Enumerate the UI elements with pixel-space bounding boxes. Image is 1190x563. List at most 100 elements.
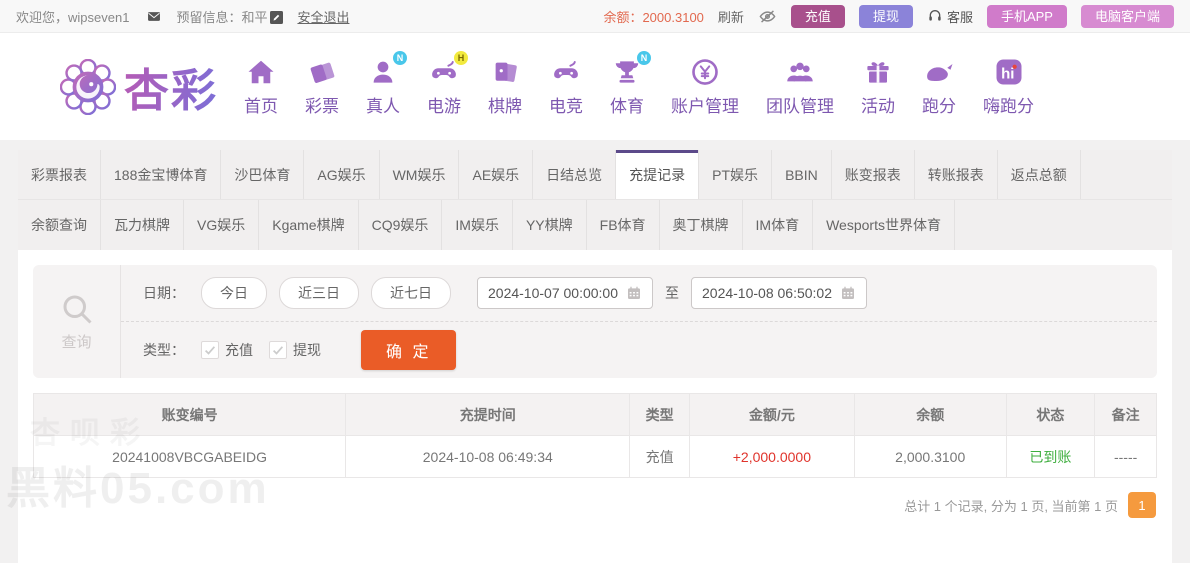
tab-FB体育[interactable]: FB体育 [587, 200, 660, 250]
tab-转账报表[interactable]: 转账报表 [915, 150, 998, 199]
pc-client-button[interactable]: 电脑客户端 [1080, 4, 1174, 28]
records-table: 账变编号 充提时间 类型 金额/元 余额 状态 备注 20241008VBCGABEIDG 2… [32, 393, 1157, 478]
tab-188金宝博体育[interactable]: 188金宝博体育 [101, 150, 222, 199]
nav-item-真人[interactable]: N 真人 [366, 51, 408, 117]
to-label: 至 [665, 285, 679, 301]
tab-VG娱乐[interactable]: VG娱乐 [184, 200, 260, 250]
nav-badge: N [637, 51, 652, 65]
nav-item-账户管理[interactable]: 账户管理 [671, 56, 739, 117]
tab-充提记录[interactable]: 充提记录 [616, 150, 700, 199]
balance-text: 余额：2000.3100 [603, 7, 703, 26]
type-option-提现[interactable]: 提现 [269, 340, 321, 360]
balance-label: 余额： [603, 9, 643, 25]
calendar-icon [626, 285, 642, 301]
logo-flower-icon [60, 58, 116, 115]
nav-item-电游[interactable]: H 电游 [427, 51, 469, 117]
quick-range-近七日[interactable]: 近七日 [371, 277, 451, 309]
nav-item-label: 电竞 [549, 97, 584, 116]
nav-item-棋牌[interactable]: 棋牌 [488, 56, 522, 117]
search-icon [59, 291, 95, 327]
table-header-账变编号: 账变编号 [32, 393, 347, 436]
tab-AE娱乐[interactable]: AE娱乐 [459, 150, 534, 199]
tab-IM娱乐[interactable]: IM娱乐 [442, 200, 513, 250]
nav-item-体育[interactable]: N 体育 [610, 51, 652, 117]
site-logo[interactable]: 杏彩 [60, 54, 218, 119]
edit-icon[interactable] [270, 10, 284, 24]
table-header-充提时间: 充提时间 [345, 393, 631, 436]
tab-Kgame棋牌[interactable]: Kgame棋牌 [259, 200, 359, 250]
nav-badge: N [393, 51, 408, 65]
type-filter-row: 类型： 充值 提现 确 定 [121, 322, 1157, 378]
pagination: 总计 1 个记录, 分为 1 页, 当前第 1 页 1 [34, 492, 1156, 518]
type-option-label: 提现 [293, 342, 321, 358]
cell-balance: 2,000.3100 [853, 435, 1007, 478]
nav-item-活动[interactable]: 活动 [861, 56, 895, 117]
deposit-button[interactable]: 充值 [790, 4, 845, 28]
eye-off-icon[interactable] [758, 7, 777, 26]
nav-item-label: 电游 [427, 97, 462, 116]
tab-返点总额[interactable]: 返点总额 [998, 150, 1081, 199]
tab-奥丁棋牌[interactable]: 奥丁棋牌 [660, 200, 743, 250]
nav-item-label: 体育 [610, 97, 645, 116]
cell-time: 2024-10-08 06:49:34 [345, 435, 631, 478]
gift-icon [862, 56, 894, 88]
type-checkboxes: 充值 提现 [201, 340, 337, 360]
nav-item-label: 账户管理 [671, 97, 740, 116]
table-row: 20241008VBCGABEIDG 2024-10-08 06:49:34 充值 +… [32, 435, 1157, 478]
nav-item-跑分[interactable]: 跑分 [922, 56, 956, 117]
tab-沙巴体育[interactable]: 沙巴体育 [221, 150, 305, 199]
nav-item-首页[interactable]: 首页 [244, 56, 278, 117]
date-to-value: 2024-10-08 06:50:02 [702, 285, 832, 301]
nav-item-label: 彩票 [305, 97, 340, 116]
quick-range-pills: 今日 近三日 近七日 [201, 277, 451, 309]
balance-value: 2000.3100 [642, 9, 704, 25]
table-header-状态: 状态 [1005, 393, 1096, 436]
tab-彩票报表[interactable]: 彩票报表 [18, 150, 101, 199]
tab-瓦力棋牌[interactable]: 瓦力棋牌 [101, 200, 184, 250]
tab-IM体育[interactable]: IM体育 [743, 200, 814, 250]
service-link[interactable]: 客服 [927, 7, 973, 26]
nav-item-彩票[interactable]: 彩票 [305, 56, 339, 117]
date-from-input[interactable]: 2024-10-07 00:00:00 [477, 277, 653, 309]
cell-type: 充值 [629, 435, 690, 478]
calendar-icon [840, 285, 856, 301]
nav-item-团队管理[interactable]: 团队管理 [766, 56, 834, 117]
trophy-icon: N [611, 51, 652, 88]
tab-余额查询[interactable]: 余额查询 [18, 200, 101, 250]
tab-WM娱乐[interactable]: WM娱乐 [380, 150, 460, 199]
type-label: 类型： [143, 342, 185, 358]
cell-id: 20241008VBCGABEIDG [32, 435, 347, 478]
quick-range-今日[interactable]: 今日 [201, 277, 267, 309]
date-label: 日期： [143, 285, 185, 301]
tab-PT娱乐[interactable]: PT娱乐 [699, 150, 773, 199]
tab-AG娱乐[interactable]: AG娱乐 [304, 150, 380, 199]
tab-日结总览[interactable]: 日结总览 [533, 150, 617, 199]
ticket-icon [306, 56, 338, 88]
filter-panel: 查询 日期： 今日 近三日 近七日 2024-10-07 00:00:00 至 20… [33, 265, 1157, 378]
tab-BBIN[interactable]: BBIN [772, 150, 832, 199]
tab-YY棋牌[interactable]: YY棋牌 [513, 200, 587, 250]
checkbox-icon[interactable] [269, 341, 287, 359]
checkbox-icon[interactable] [201, 341, 219, 359]
quick-range-近三日[interactable]: 近三日 [279, 277, 359, 309]
tab-账变报表[interactable]: 账变报表 [832, 150, 915, 199]
tab-Wesports世界体育[interactable]: Wesports世界体育 [813, 200, 955, 250]
tab-CQ9娱乐[interactable]: CQ9娱乐 [359, 200, 443, 250]
type-option-充值[interactable]: 充值 [201, 340, 253, 360]
date-filter-row: 日期： 今日 近三日 近七日 2024-10-07 00:00:00 至 2024-… [121, 265, 1157, 322]
reserved-info-text: 预留信息：和平 [176, 9, 268, 25]
table-body: 20241008VBCGABEIDG 2024-10-08 06:49:34 充值 +… [32, 435, 1157, 478]
table-header-备注: 备注 [1094, 393, 1157, 436]
withdraw-button[interactable]: 提现 [858, 4, 913, 28]
nav-item-嗨跑分[interactable]: hi 嗨跑分 [983, 56, 1034, 117]
nav-item-电竞[interactable]: 电竞 [549, 56, 583, 117]
nav-badge: H [454, 51, 469, 65]
envelope-icon[interactable] [146, 10, 162, 23]
nav-item-label: 活动 [861, 97, 896, 116]
page-1-button[interactable]: 1 [1128, 492, 1156, 518]
logout-link[interactable]: 安全退出 [297, 7, 349, 26]
mobile-app-button[interactable]: 手机APP [986, 4, 1067, 28]
date-to-input[interactable]: 2024-10-08 06:50:02 [691, 277, 867, 309]
refresh-button[interactable]: 刷新 [718, 7, 744, 26]
submit-button[interactable]: 确 定 [361, 330, 457, 370]
